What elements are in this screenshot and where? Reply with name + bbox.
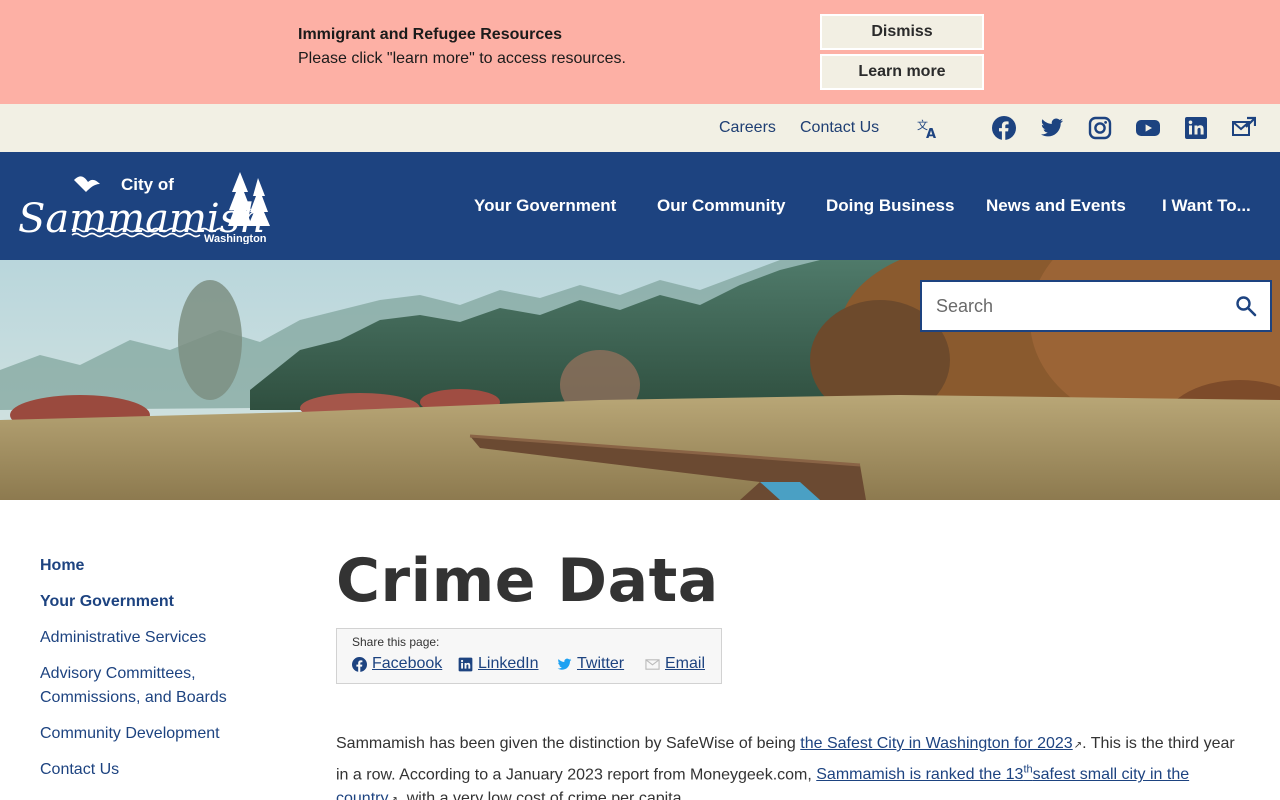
email-icon [645,658,660,670]
main-navigation: City of Sammamish Washington Your Govern… [0,152,1280,260]
search-icon[interactable] [1234,294,1258,318]
svg-text:A: A [926,127,936,140]
safest-city-link[interactable]: the Safest City in Washington for 2023 [800,735,1072,752]
careers-link[interactable]: Careers [719,119,776,137]
nav-your-government[interactable]: Your Government [474,196,616,216]
twitter-icon [557,658,572,670]
sidenav-advisory-committees-line1[interactable]: Advisory Committees, [40,662,196,686]
share-linkedin-label: LinkedIn [478,655,539,672]
linkedin-icon [458,657,473,671]
share-label: Share this page: [352,635,440,649]
ranking-link-sup: th [1023,764,1033,776]
nav-news-and-events[interactable]: News and Events [986,196,1126,216]
ranking-link-label-1: Sammamish is ranked the 13 [816,766,1024,784]
share-facebook-link[interactable]: Facebook [352,655,442,673]
linkedin-icon[interactable] [1184,116,1208,140]
external-link-icon: ↗ [1073,740,1083,751]
utility-bar: Careers Contact Us 文A [0,104,1280,152]
nav-doing-business[interactable]: Doing Business [826,196,954,216]
youtube-icon[interactable] [1136,116,1160,140]
share-email-label: Email [665,655,706,672]
search-box [920,280,1272,332]
share-box: Share this page: Facebook LinkedIn Twitt… [336,628,722,684]
share-linkedin-link[interactable]: LinkedIn [458,655,539,673]
facebook-icon [352,656,367,672]
nav-our-community[interactable]: Our Community [657,196,785,216]
alert-title: Immigrant and Refugee Resources [298,26,563,43]
translate-icon[interactable]: 文A [916,116,940,140]
external-link-icon: ↗ [389,795,397,800]
twitter-icon[interactable] [1040,116,1064,140]
sidenav-community-development[interactable]: Community Development [40,722,220,746]
alert-banner: Immigrant and Refugee Resources Please c… [0,0,1280,104]
share-email-link[interactable]: Email [645,655,705,673]
intro-paragraph: Sammamish has been given the distinction… [336,732,1240,800]
learn-more-button[interactable]: Learn more [820,54,984,90]
instagram-icon[interactable] [1088,116,1112,140]
share-twitter-label: Twitter [577,655,625,672]
facebook-icon[interactable] [992,116,1016,140]
logo-city-of: City of [121,175,174,194]
share-facebook-label: Facebook [372,655,443,672]
share-twitter-link[interactable]: Twitter [557,655,624,673]
page-title: Crime Data [336,546,719,616]
dismiss-button[interactable]: Dismiss [820,14,984,50]
contact-us-link[interactable]: Contact Us [800,119,879,137]
email-subscribe-icon[interactable] [1232,116,1256,140]
nav-i-want-to[interactable]: I Want To... [1162,196,1251,216]
intro-text-1: Sammamish has been given the distinction… [336,735,801,752]
sidenav-your-government[interactable]: Your Government [40,590,174,614]
sidenav-advisory-committees-line2[interactable]: Commissions, and Boards [40,686,227,710]
logo-washington: Washington [204,233,267,244]
safest-city-link-label: the Safest City in Washington for 2023 [800,735,1073,752]
search-input[interactable] [936,282,1226,330]
sidenav-contact-us[interactable]: Contact Us [40,758,119,782]
alert-text: Please click "learn more" to access reso… [298,50,626,67]
intro-text-3: , with a very low cost of crime per capi… [397,790,686,800]
city-logo[interactable]: City of Sammamish Washington [18,170,274,244]
sidenav-home[interactable]: Home [40,554,84,578]
sidenav-administrative-services[interactable]: Administrative Services [40,626,206,650]
